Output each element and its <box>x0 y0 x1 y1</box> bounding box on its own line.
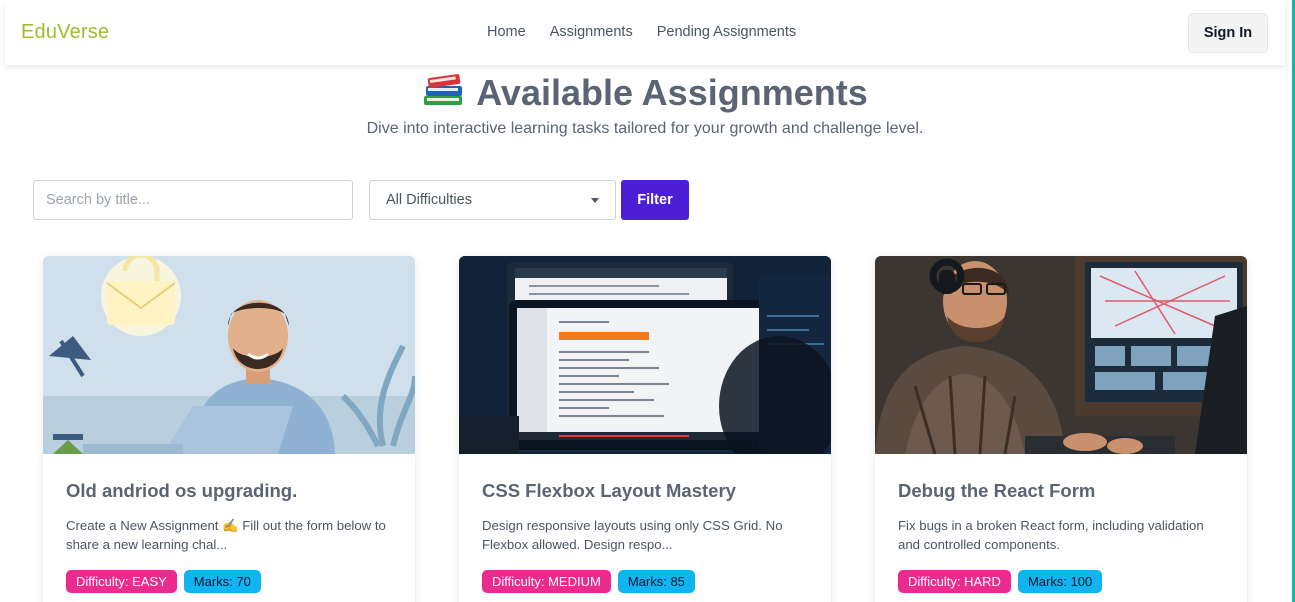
card-body: Debug the React Form Fix bugs in a broke… <box>875 454 1247 593</box>
chevron-down-icon <box>591 197 599 203</box>
assignment-image-developer <box>875 256 1247 454</box>
assignment-card[interactable]: Debug the React Form Fix bugs in a broke… <box>875 256 1247 602</box>
card-badges: Difficulty: HARD Marks: 100 <box>898 570 1224 593</box>
card-title[interactable]: CSS Flexbox Layout Mastery <box>482 480 808 502</box>
page-title-text: Available Assignments <box>476 71 868 113</box>
difficulty-badge: Difficulty: HARD <box>898 570 1011 593</box>
card-description: Design responsive layouts using only CSS… <box>482 518 783 552</box>
main-nav: Home Assignments Pending Assignments <box>487 24 796 40</box>
card-description: Fix bugs in a broken React form, includi… <box>898 518 1204 552</box>
card-body: Old andriod os upgrading. Create a New A… <box>43 454 415 593</box>
marks-badge: Marks: 70 <box>183 570 261 593</box>
card-description: Create a New Assignment ✍️ Fill out the … <box>66 518 386 552</box>
sign-in-button[interactable]: Sign In <box>1188 13 1268 53</box>
page-title: Available Assignments <box>0 66 1290 119</box>
card-title[interactable]: Debug the React Form <box>898 480 1224 502</box>
nav-link-home[interactable]: Home <box>487 24 526 40</box>
assignment-image-code-screen <box>459 256 831 454</box>
nav-link-pending-assignments[interactable]: Pending Assignments <box>657 24 796 40</box>
marks-badge: Marks: 100 <box>1017 570 1103 593</box>
card-title[interactable]: Old andriod os upgrading. <box>66 480 392 502</box>
difficulty-badge: Difficulty: EASY <box>66 570 177 593</box>
page-subtitle: Dive into interactive learning tasks tai… <box>366 120 924 137</box>
difficulty-badge: Difficulty: MEDIUM <box>482 570 611 593</box>
assignment-card[interactable]: CSS Flexbox Layout Mastery Design respon… <box>459 256 831 602</box>
marks-badge: Marks: 85 <box>617 570 695 593</box>
nav-link-assignments[interactable]: Assignments <box>550 24 633 40</box>
filter-button[interactable]: Filter <box>621 180 689 220</box>
card-badges: Difficulty: EASY Marks: 70 <box>66 570 392 593</box>
difficulty-select[interactable]: All Difficulties <box>369 180 616 220</box>
brand-logo[interactable]: EduVerse <box>21 21 109 44</box>
books-icon <box>422 66 466 119</box>
page: EduVerse Home Assignments Pending Assign… <box>0 0 1295 602</box>
assignment-card[interactable]: Old andriod os upgrading. Create a New A… <box>43 256 415 602</box>
search-input[interactable] <box>33 180 353 220</box>
assignment-image-illustration <box>43 256 415 454</box>
difficulty-select-value: All Difficulties <box>386 192 472 208</box>
card-body: CSS Flexbox Layout Mastery Design respon… <box>459 454 831 593</box>
card-badges: Difficulty: MEDIUM Marks: 85 <box>482 570 808 593</box>
navbar: EduVerse Home Assignments Pending Assign… <box>5 0 1285 65</box>
